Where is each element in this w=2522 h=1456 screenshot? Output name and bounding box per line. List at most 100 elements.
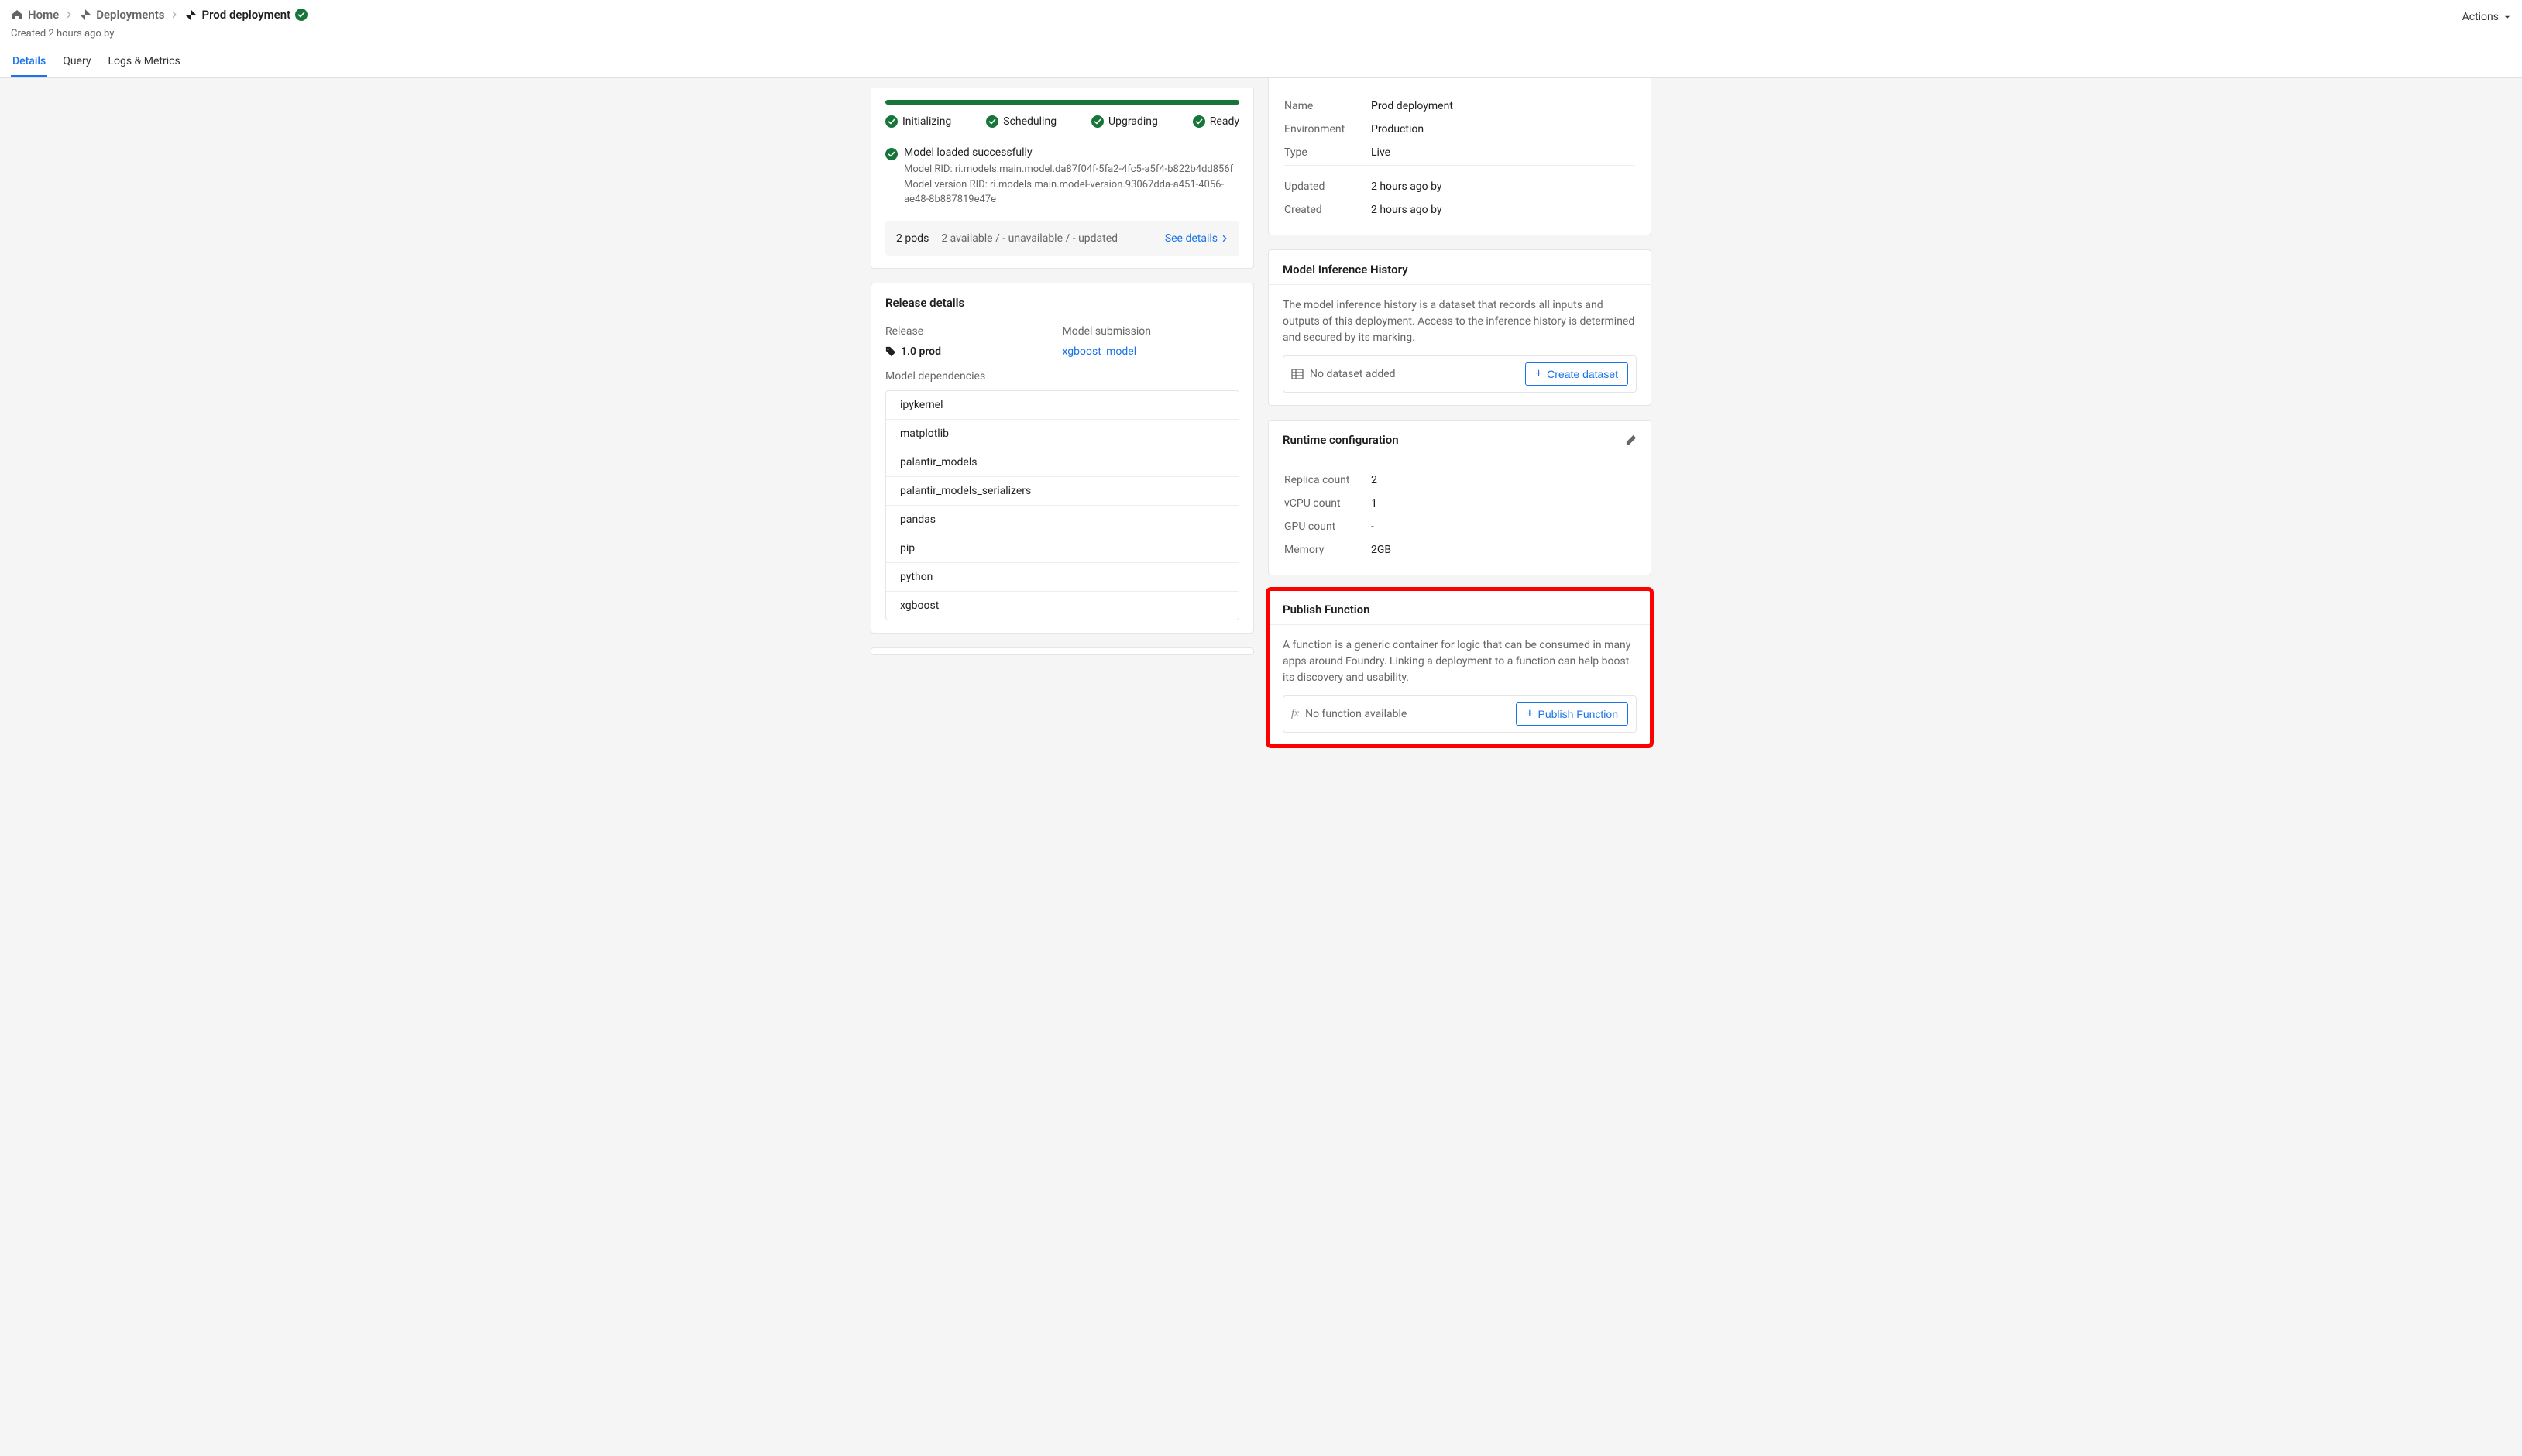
- breadcrumb: Home Deployments Prod deployment: [0, 0, 2522, 25]
- model-version-rid: Model version RID: ri.models.main.model-…: [904, 177, 1239, 208]
- meta-name-value: Prod deployment: [1371, 95, 1635, 117]
- stages: Initializing Scheduling Upgrading Ready: [885, 115, 1239, 128]
- pods-row: 2 pods 2 available / - unavailable / - u…: [885, 221, 1239, 256]
- meta-updated-label: Updated: [1284, 176, 1369, 197]
- no-function-text: fx No function available: [1291, 708, 1407, 720]
- stage-label: Scheduling: [1003, 115, 1057, 128]
- see-details-link[interactable]: See details: [1165, 232, 1228, 245]
- check-icon: [986, 115, 998, 128]
- list-item: xgboost: [886, 592, 1239, 620]
- created-subtitle: Created 2 hours ago by: [0, 25, 2522, 47]
- meta-env-label: Environment: [1284, 118, 1369, 140]
- check-icon: [1091, 115, 1104, 128]
- list-item: python: [886, 563, 1239, 592]
- pods-count: 2 pods: [896, 232, 929, 245]
- no-dataset-text: No dataset added: [1291, 368, 1396, 380]
- meta-type-label: Type: [1284, 142, 1369, 163]
- model-loaded-text: Model loaded successfully: [904, 146, 1239, 159]
- stage-ready: Ready: [1193, 115, 1239, 128]
- gpu-label: GPU count: [1284, 516, 1369, 537]
- no-dataset-label: No dataset added: [1310, 368, 1396, 380]
- submission-link[interactable]: xgboost_model: [1063, 345, 1137, 358]
- meta-card: NameProd deployment EnvironmentProductio…: [1268, 78, 1651, 235]
- breadcrumb-home[interactable]: Home: [11, 8, 59, 22]
- submission-label: Model submission: [1063, 325, 1240, 338]
- chevron-right-icon: [65, 11, 73, 19]
- vcpu-label: vCPU count: [1284, 493, 1369, 514]
- release-card: Release details Release 1.0 prod Model s…: [871, 283, 1254, 634]
- status-check-icon: [295, 9, 308, 21]
- fx-icon: fx: [1291, 708, 1299, 720]
- create-dataset-button[interactable]: + Create dataset: [1525, 362, 1628, 386]
- tab-query[interactable]: Query: [61, 47, 92, 77]
- meta-created-label: Created: [1284, 199, 1369, 221]
- stage-label: Upgrading: [1108, 115, 1158, 128]
- breadcrumb-current: Prod deployment: [184, 8, 308, 22]
- gpu-value: -: [1371, 516, 1635, 537]
- breadcrumb-home-label: Home: [28, 8, 59, 22]
- replica-value: 2: [1371, 469, 1635, 491]
- memory-label: Memory: [1284, 539, 1369, 561]
- home-icon: [11, 9, 23, 21]
- plus-icon: +: [1526, 708, 1533, 720]
- stage-label: Ready: [1210, 115, 1239, 128]
- meta-created-value: 2 hours ago by: [1371, 199, 1635, 221]
- check-icon: [885, 148, 898, 160]
- check-icon: [1193, 115, 1205, 128]
- publish-function-button[interactable]: + Publish Function: [1516, 702, 1628, 726]
- page-title: Prod deployment: [201, 8, 290, 22]
- actions-label: Actions: [2462, 11, 2499, 23]
- inference-title: Model Inference History: [1283, 263, 1637, 276]
- tabs: Details Query Logs & Metrics: [0, 47, 2522, 77]
- list-item: ipykernel: [886, 391, 1239, 420]
- status-card: Initializing Scheduling Upgrading Ready …: [871, 88, 1254, 269]
- publish-card: Publish Function A function is a generic…: [1268, 589, 1651, 746]
- breadcrumb-deployments[interactable]: Deployments: [79, 8, 164, 22]
- publish-desc: A function is a generic container for lo…: [1283, 637, 1637, 686]
- runtime-table: Replica count2 vCPU count1 GPU count- Me…: [1283, 468, 1637, 562]
- divider: [1269, 624, 1651, 625]
- check-icon: [885, 115, 898, 128]
- release-value: 1.0 prod: [901, 345, 941, 358]
- stage-initializing: Initializing: [885, 115, 951, 128]
- publish-title: Publish Function: [1283, 603, 1637, 616]
- list-item: pandas: [886, 506, 1239, 534]
- divider: [1269, 284, 1651, 285]
- chevron-right-icon: [1221, 235, 1228, 242]
- inference-card: Model Inference History The model infere…: [1268, 249, 1651, 406]
- table-icon: [1291, 368, 1304, 380]
- deploy-icon: [184, 9, 197, 21]
- release-label: Release: [885, 325, 1063, 338]
- memory-value: 2GB: [1371, 539, 1635, 561]
- caret-down-icon: [2503, 13, 2511, 21]
- tab-logs[interactable]: Logs & Metrics: [106, 47, 181, 77]
- chevron-right-icon: [170, 11, 178, 19]
- tab-details[interactable]: Details: [11, 47, 47, 77]
- tag-icon: [885, 346, 896, 357]
- release-title: Release details: [885, 296, 1239, 310]
- list-item: palantir_models_serializers: [886, 477, 1239, 506]
- actions-menu[interactable]: Actions: [2462, 11, 2511, 23]
- no-function-label: No function available: [1305, 708, 1407, 720]
- meta-table: NameProd deployment EnvironmentProductio…: [1283, 94, 1637, 222]
- next-card-peek: [871, 647, 1254, 655]
- stage-upgrading: Upgrading: [1091, 115, 1158, 128]
- pencil-icon[interactable]: [1626, 434, 1637, 445]
- runtime-card: Runtime configuration Replica count2 vCP…: [1268, 420, 1651, 575]
- breadcrumb-deployments-label: Deployments: [96, 8, 164, 22]
- meta-updated-value: 2 hours ago by: [1371, 176, 1635, 197]
- vcpu-value: 1: [1371, 493, 1635, 514]
- create-dataset-label: Create dataset: [1547, 368, 1618, 380]
- plus-icon: +: [1535, 368, 1542, 380]
- publish-button-label: Publish Function: [1538, 708, 1618, 720]
- meta-name-label: Name: [1284, 95, 1369, 117]
- list-item: pip: [886, 534, 1239, 563]
- deploy-icon: [79, 9, 91, 21]
- progress-bar: [885, 100, 1239, 105]
- stage-scheduling: Scheduling: [986, 115, 1057, 128]
- stage-label: Initializing: [902, 115, 951, 128]
- model-rid: Model RID: ri.models.main.model.da87f04f…: [904, 162, 1239, 177]
- see-details-label: See details: [1165, 232, 1218, 245]
- pods-availability: 2 available / - unavailable / - updated: [941, 232, 1118, 245]
- meta-env-value: Production: [1371, 118, 1635, 140]
